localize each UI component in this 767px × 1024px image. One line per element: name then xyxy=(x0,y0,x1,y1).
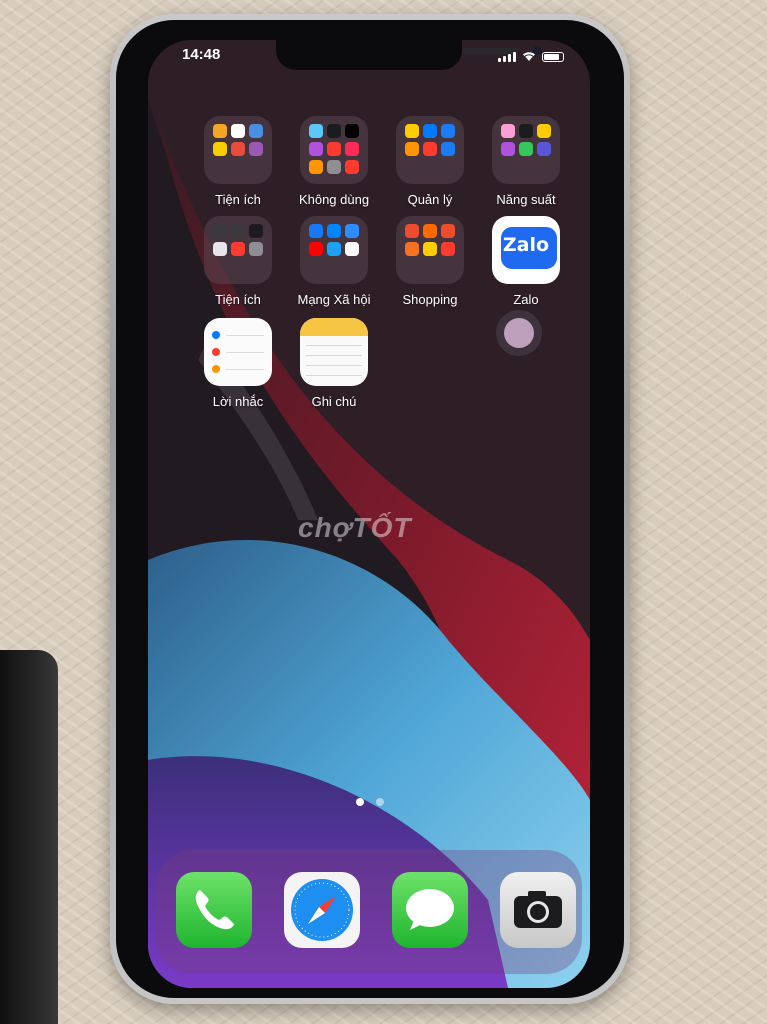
app-label: Lời nhắc xyxy=(212,394,264,409)
folder-icon xyxy=(396,116,464,184)
folder-icon xyxy=(492,116,560,184)
app-label: Không dùng xyxy=(298,192,370,207)
folder-shopping[interactable]: Shopping xyxy=(382,216,478,307)
watermark: chợTỐT xyxy=(298,512,412,543)
dock-messages-app[interactable] xyxy=(392,872,468,948)
folder-tien-ich-2[interactable]: Tiện ích xyxy=(190,216,286,307)
folder-icon xyxy=(300,116,368,184)
dock-camera-app[interactable] xyxy=(500,872,576,948)
status-icons xyxy=(498,50,564,62)
camera-icon xyxy=(514,891,562,928)
app-zalo[interactable]: Zalo Zalo xyxy=(478,216,574,307)
folder-icon xyxy=(204,216,272,284)
home-screen: 14:48 Tiện ích Không dùng Quản lý Năng s… xyxy=(148,40,590,988)
chat-bubble-icon xyxy=(406,889,454,930)
folder-mang-xa-hoi[interactable]: Mạng Xã hội xyxy=(286,216,382,307)
strap-edge xyxy=(0,650,58,1024)
app-label: Tiện ích xyxy=(215,192,261,207)
app-label: Shopping xyxy=(402,292,458,307)
folder-tien-ich-1[interactable]: Tiện ích xyxy=(190,116,286,207)
wifi-icon xyxy=(523,52,535,61)
folder-icon xyxy=(396,216,464,284)
compass-icon xyxy=(291,879,353,941)
folder-nang-suat[interactable]: Năng suất xyxy=(478,116,574,207)
app-label: Ghi chú xyxy=(311,394,357,409)
notes-icon xyxy=(300,318,368,386)
app-label: Zalo xyxy=(513,292,539,307)
zalo-icon: Zalo xyxy=(492,216,560,284)
folder-quan-ly[interactable]: Quản lý xyxy=(382,116,478,207)
page-dot-active[interactable] xyxy=(356,798,364,806)
iphone-device: 14:48 Tiện ích Không dùng Quản lý Năng s… xyxy=(110,14,630,1004)
battery-icon xyxy=(542,52,564,62)
page-indicator[interactable] xyxy=(356,798,384,806)
folder-icon xyxy=(300,216,368,284)
status-time: 14:48 xyxy=(182,46,221,63)
reminders-icon xyxy=(204,318,272,386)
dock-safari-app[interactable] xyxy=(284,872,360,948)
dock-phone-app[interactable] xyxy=(176,872,252,948)
app-reminders[interactable]: Lời nhắc xyxy=(190,318,286,409)
signal-icon xyxy=(498,52,516,62)
app-label: Quản lý xyxy=(407,192,453,207)
app-label: Mạng Xã hội xyxy=(297,292,371,307)
app-label: Năng suất xyxy=(496,192,556,207)
page-dot[interactable] xyxy=(376,798,384,806)
dock xyxy=(156,850,582,974)
folder-icon xyxy=(204,116,272,184)
app-notes[interactable]: Ghi chú xyxy=(286,318,382,409)
app-label: Tiện ích xyxy=(215,292,261,307)
folder-khong-dung[interactable]: Không dùng xyxy=(286,116,382,207)
phone-icon xyxy=(195,890,234,930)
notch xyxy=(276,40,542,70)
assistive-touch-button[interactable] xyxy=(496,310,542,356)
